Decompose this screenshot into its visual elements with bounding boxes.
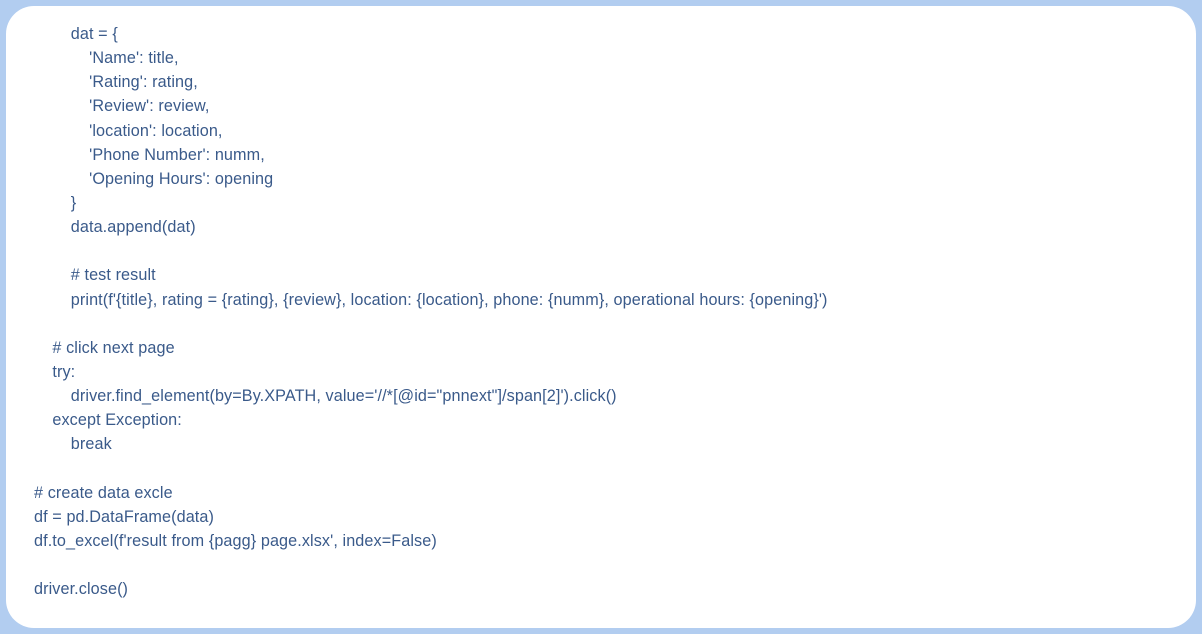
code-card: dat = { 'Name': title, 'Rating': rating,…	[6, 6, 1196, 628]
code-block: dat = { 'Name': title, 'Rating': rating,…	[34, 22, 1168, 601]
